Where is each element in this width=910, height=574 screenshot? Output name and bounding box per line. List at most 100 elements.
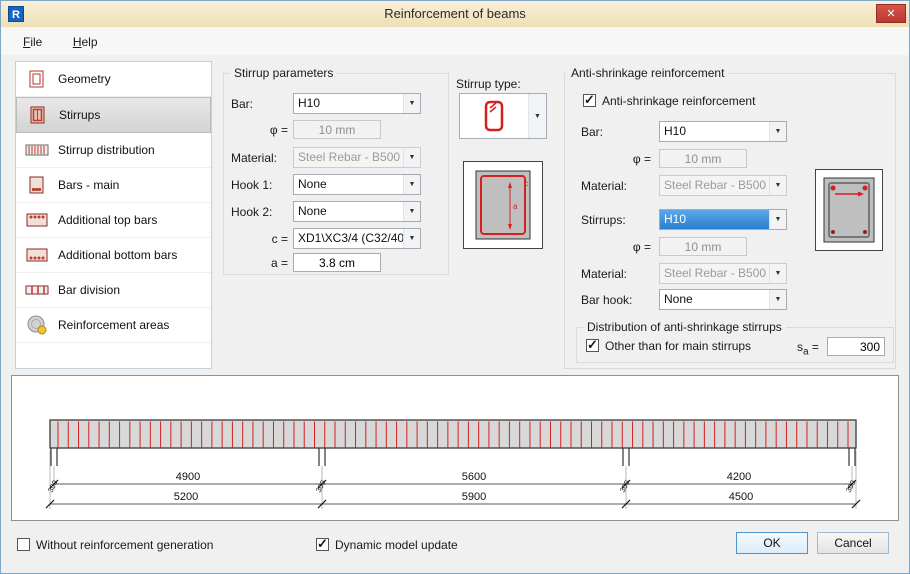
- a-input[interactable]: 3.8 cm: [293, 253, 381, 272]
- sidebar-item-label: Additional top bars: [58, 213, 157, 227]
- span-dim: 4900: [176, 471, 200, 483]
- sidebar-item-reinforcement-areas[interactable]: Reinforcement areas: [16, 308, 211, 343]
- as-bar-combo[interactable]: H10▼: [659, 121, 787, 142]
- span-dim: 4200: [727, 471, 751, 483]
- as-bar-value: H10: [660, 122, 769, 141]
- sidebar-item-label: Bars - main: [58, 178, 119, 192]
- anti-shrinkage-checkbox-label: Anti-shrinkage reinforcement: [602, 94, 755, 108]
- additional-top-bars-icon: [22, 210, 52, 230]
- preview-dim-a: a: [513, 202, 518, 211]
- without-generation-label: Without reinforcement generation: [36, 538, 213, 552]
- as-material-label: Material:: [581, 179, 627, 193]
- as-material2-value: Steel Rebar - B500: [660, 264, 769, 283]
- menu-file[interactable]: File: [19, 33, 46, 51]
- stirrup-section-preview: a c: [463, 161, 543, 249]
- other-than-main-label: Other than for main stirrups: [605, 339, 751, 353]
- sidebar: Geometry Stirrups Stirrup distribution B…: [15, 61, 212, 369]
- sidebar-item-stirrups[interactable]: Stirrups: [16, 97, 211, 133]
- chevron-down-icon[interactable]: ▼: [769, 290, 786, 309]
- other-than-main-checkbox[interactable]: [586, 339, 599, 352]
- as-material2-combo: Steel Rebar - B500▼: [659, 263, 787, 284]
- chevron-down-icon[interactable]: ▼: [528, 94, 546, 138]
- sa-label: sa =: [797, 340, 819, 357]
- bar-division-icon: [22, 280, 52, 300]
- stirrup-type-label: Stirrup type:: [456, 77, 521, 91]
- anti-shrinkage-section-preview: [815, 169, 883, 251]
- bar-combo[interactable]: H10▼: [293, 93, 421, 114]
- as-material-value: Steel Rebar - B500: [660, 176, 769, 195]
- sidebar-item-label: Stirrup distribution: [58, 143, 155, 157]
- preview-dim-c: c: [524, 179, 528, 188]
- menu-help[interactable]: Help: [69, 33, 102, 51]
- as-material2-label: Material:: [581, 267, 627, 281]
- without-generation-checkbox[interactable]: [17, 538, 30, 551]
- bar-hook-value: None: [660, 290, 769, 309]
- anti-shrinkage-checkbox[interactable]: [583, 94, 596, 107]
- sidebar-item-label: Additional bottom bars: [58, 248, 177, 262]
- chevron-down-icon[interactable]: ▼: [403, 229, 420, 248]
- geometry-icon: [22, 69, 52, 89]
- sidebar-item-label: Stirrups: [59, 108, 100, 122]
- material-combo-value: Steel Rebar - B500: [294, 148, 403, 167]
- sidebar-item-bars-main[interactable]: Bars - main: [16, 168, 211, 203]
- hook1-combo[interactable]: None▼: [293, 174, 421, 195]
- reinforcement-of-beams-dialog: R Reinforcement of beams ✕ File Help Geo…: [0, 0, 910, 574]
- sidebar-item-label: Geometry: [58, 72, 111, 86]
- sidebar-item-label: Bar division: [58, 283, 120, 297]
- sidebar-item-stirrup-distribution[interactable]: Stirrup distribution: [16, 133, 211, 168]
- bars-main-icon: [22, 175, 52, 195]
- as-stirrups-label: Stirrups:: [581, 213, 626, 227]
- span-dim: 5200: [174, 491, 198, 503]
- dynamic-update-label: Dynamic model update: [335, 538, 458, 552]
- reinforcement-areas-icon: [22, 314, 52, 336]
- hook1-combo-value: None: [294, 175, 403, 194]
- as-phi-label: φ =: [591, 152, 651, 166]
- sidebar-item-additional-top-bars[interactable]: Additional top bars: [16, 203, 211, 238]
- anti-shrinkage-section-drawing: [818, 172, 880, 248]
- chevron-down-icon[interactable]: ▼: [769, 122, 786, 141]
- as-phi-field: 10 mm: [659, 149, 747, 168]
- as-material-combo: Steel Rebar - B500▼: [659, 175, 787, 196]
- close-button[interactable]: ✕: [876, 4, 906, 23]
- chevron-down-icon[interactable]: ▼: [403, 94, 420, 113]
- span-dim: 5900: [462, 491, 486, 503]
- cancel-button[interactable]: Cancel: [817, 532, 889, 554]
- phi-field: 10 mm: [293, 120, 381, 139]
- stirrup-distribution-icon: [22, 140, 52, 160]
- material-combo: Steel Rebar - B500▼: [293, 147, 421, 168]
- beam-elevation-panel: 4900 5600 4200 300 300 300 300 5200 5900: [11, 375, 899, 521]
- window-title: Reinforcement of beams: [1, 1, 909, 27]
- beam-elevation-drawing: 4900 5600 4200 300 300 300 300 5200 5900: [12, 376, 898, 520]
- bar-hook-combo[interactable]: None▼: [659, 289, 787, 310]
- ok-button[interactable]: OK: [736, 532, 808, 554]
- stirrup-section-drawing: a c: [466, 164, 540, 246]
- chevron-down-icon[interactable]: ▼: [403, 175, 420, 194]
- supports: [51, 448, 855, 466]
- as-phi2-field: 10 mm: [659, 237, 747, 256]
- stirrup-type-combo[interactable]: ▼: [459, 93, 547, 139]
- as-stirrups-combo[interactable]: H10▼: [659, 209, 787, 230]
- material-label: Material:: [231, 151, 277, 165]
- hook2-label: Hook 2:: [231, 205, 272, 219]
- exposure-class-combo[interactable]: XD1\XC3/4 (C32/40,(▼: [293, 228, 421, 249]
- sidebar-item-geometry[interactable]: Geometry: [16, 62, 211, 97]
- chevron-down-icon[interactable]: ▼: [769, 210, 786, 229]
- stirrup-type-icon: [460, 94, 528, 138]
- anti-shrinkage-title: Anti-shrinkage reinforcement: [567, 66, 728, 80]
- span-dim: 4500: [729, 491, 753, 503]
- hook2-combo-value: None: [294, 202, 403, 221]
- chevron-down-icon[interactable]: ▼: [403, 202, 420, 221]
- hook2-combo[interactable]: None▼: [293, 201, 421, 222]
- bar-hook-label: Bar hook:: [581, 293, 632, 307]
- a-label: a =: [231, 256, 288, 270]
- stirrups-icon: [23, 105, 53, 125]
- stirrup-parameters-title: Stirrup parameters: [230, 66, 337, 80]
- menu-bar: File Help: [1, 27, 909, 55]
- sa-input[interactable]: 300: [827, 337, 885, 356]
- as-phi2-label: φ =: [591, 240, 651, 254]
- chevron-down-icon: ▼: [403, 148, 420, 167]
- sidebar-item-additional-bottom-bars[interactable]: Additional bottom bars: [16, 238, 211, 273]
- distribution-title: Distribution of anti-shrinkage stirrups: [583, 320, 786, 334]
- dynamic-update-checkbox[interactable]: [316, 538, 329, 551]
- sidebar-item-bar-division[interactable]: Bar division: [16, 273, 211, 308]
